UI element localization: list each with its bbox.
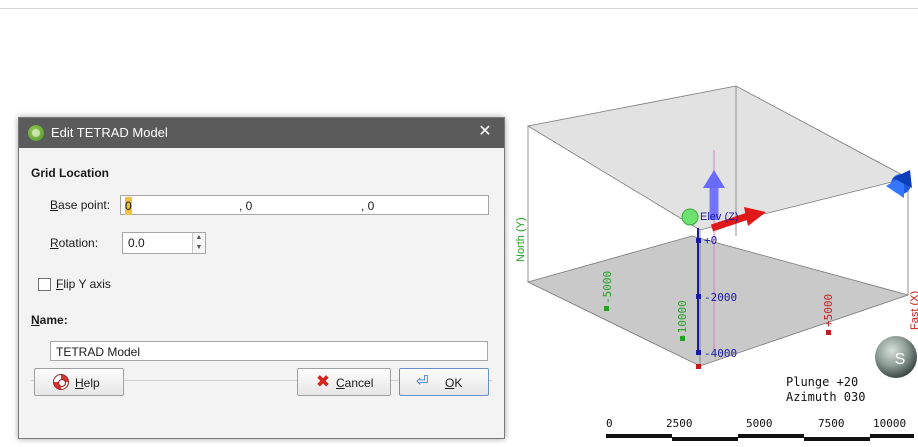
scale-label: 7500 — [818, 417, 845, 430]
rotation-spin-buttons[interactable]: ▲ ▼ — [192, 233, 205, 253]
ok-enter-icon: ⏎ — [416, 373, 429, 390]
scale-label: 10000 — [873, 417, 907, 430]
base-point-input[interactable]: 0 , 0 , 0 — [120, 195, 489, 215]
flip-y-label[interactable]: Flip Y axis — [56, 277, 111, 291]
z-tick-label: -2000 — [704, 291, 737, 304]
scale-label: 0 — [606, 417, 613, 430]
y-tick — [604, 306, 609, 311]
y-tick-label: -5000 — [601, 271, 614, 304]
spin-down-icon[interactable]: ▼ — [195, 243, 203, 252]
base-point-z[interactable]: , 0 — [361, 197, 374, 215]
x-tick — [696, 364, 701, 369]
x-tick-label: +5000 — [822, 294, 835, 327]
ok-button[interactable]: ⏎ OK — [399, 368, 489, 396]
x-tick — [826, 330, 831, 335]
rotation-label: Rotation: — [50, 236, 99, 250]
name-value[interactable]: TETRAD Model — [56, 343, 140, 361]
z-tick — [696, 238, 701, 243]
cancel-x-icon: ✖ — [315, 372, 331, 391]
cancel-button-label: Cancel — [336, 376, 374, 390]
cancel-button[interactable]: ✖ Cancel — [297, 368, 391, 396]
elev-axis-label: Elev (Z) — [700, 211, 739, 223]
north-axis-label: North (Y) — [515, 217, 527, 262]
svg-text:S: S — [895, 351, 906, 368]
east-axis-label: Fast (X) — [909, 291, 918, 330]
name-input[interactable]: TETRAD Model — [50, 341, 488, 361]
help-button-label: Help — [75, 376, 100, 390]
name-label: Name: — [31, 313, 68, 327]
z-tick-label: +0 — [704, 234, 717, 247]
rotation-spinbox[interactable]: 0.0 ▲ ▼ — [122, 232, 206, 254]
azimuth-readout: Azimuth 030 — [786, 390, 866, 404]
z-tick — [696, 294, 701, 299]
scale-bar — [606, 434, 914, 441]
scale-label: 5000 — [746, 417, 773, 430]
z-tick-label: -4000 — [704, 347, 737, 360]
help-lifebuoy-icon — [53, 374, 69, 390]
help-button[interactable]: Help — [34, 368, 124, 396]
scale-label: 2500 — [666, 417, 693, 430]
close-icon[interactable]: ✕ — [476, 123, 494, 141]
orientation-globe[interactable]: S — [875, 336, 917, 378]
rotation-value[interactable]: 0.0 — [128, 236, 145, 250]
base-point-label: Base point: — [50, 198, 111, 212]
edit-tetrad-dialog: Edit TETRAD Model ✕ Grid Location Base p… — [18, 117, 505, 439]
dialog-titlebar[interactable]: Edit TETRAD Model ✕ — [19, 118, 504, 148]
base-point-x[interactable]: 0 — [125, 197, 132, 215]
spin-up-icon[interactable]: ▲ — [195, 233, 203, 242]
y-handle[interactable] — [681, 208, 699, 226]
flip-y-checkbox[interactable] — [38, 278, 51, 291]
dialog-title: Edit TETRAD Model — [51, 125, 168, 140]
y-tick-label: -10000 — [676, 300, 689, 340]
top-border — [0, 0, 918, 9]
base-point-y[interactable]: , 0 — [239, 197, 252, 215]
plunge-readout: Plunge +20 — [786, 375, 859, 389]
leapfrog-app-icon — [28, 125, 44, 141]
grid-location-heading: Grid Location — [31, 166, 109, 180]
ok-button-label: OK — [445, 376, 463, 390]
z-tick — [696, 350, 701, 355]
